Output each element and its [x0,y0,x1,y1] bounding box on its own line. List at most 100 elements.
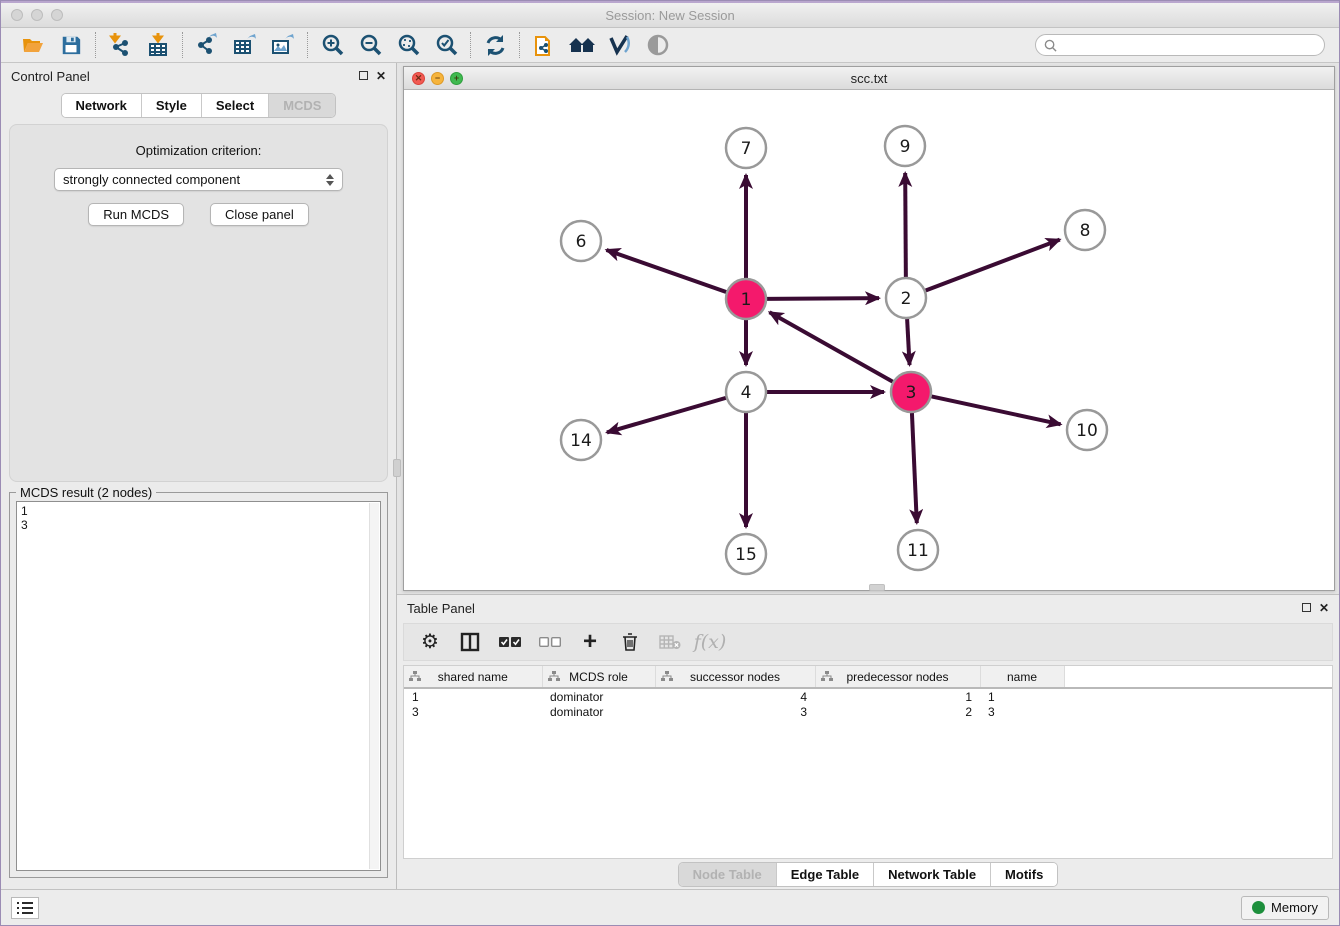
float-table-panel-icon[interactable] [1302,602,1311,614]
visibility-toggle-icon [644,32,672,58]
tab-style[interactable]: Style [142,94,202,117]
graph-node-label: 11 [907,541,929,561]
column-tree-icon [548,671,560,682]
table-settings-icon[interactable]: ⚙ [418,630,442,654]
graph-node-label: 4 [741,383,752,403]
graph-edge[interactable] [606,250,726,292]
criterion-dropdown[interactable]: strongly connected component [54,168,343,191]
select-all-columns-icon[interactable] [498,630,522,654]
column-header[interactable]: successor nodes [655,666,815,688]
save-session-icon[interactable] [57,32,85,58]
zoom-out-icon[interactable] [356,32,384,58]
close-table-panel-icon[interactable]: ✕ [1319,602,1329,614]
table-panel: Table Panel ✕ ⚙ + [397,594,1339,889]
column-header[interactable]: MCDS role [542,666,655,688]
style-toggle-icon[interactable] [606,32,634,58]
function-builder-icon: f(x) [698,630,722,654]
table-cell[interactable]: 1 [404,688,542,704]
tab-edge-table[interactable]: Edge Table [777,863,874,886]
graph-edge[interactable] [767,298,879,299]
tab-select[interactable]: Select [202,94,269,117]
close-panel-button[interactable]: Close panel [210,203,309,226]
graph-edge[interactable] [770,312,893,381]
column-header[interactable]: name [980,666,1064,688]
run-mcds-button[interactable]: Run MCDS [88,203,184,226]
graph-edge[interactable] [926,240,1060,291]
graph-edge[interactable] [912,413,917,523]
graph-node-label: 2 [901,289,912,309]
copy-network-icon[interactable] [530,32,558,58]
close-panel-icon[interactable]: ✕ [376,70,386,82]
table-cell[interactable]: dominator [542,704,655,720]
table-cell[interactable]: dominator [542,688,655,704]
table-row[interactable]: 1dominator411 [404,688,1332,704]
float-panel-icon[interactable] [359,70,368,82]
column-header-label: predecessor nodes [846,670,948,684]
import-network-icon[interactable] [106,32,134,58]
tab-mcds[interactable]: MCDS [269,94,335,117]
tab-node-table[interactable]: Node Table [679,863,777,886]
app-titlebar: Session: New Session [1,1,1339,28]
table-cell[interactable]: 3 [655,704,815,720]
column-layout-icon[interactable] [458,630,482,654]
table-row[interactable]: 3dominator323 [404,704,1332,720]
export-network-icon[interactable] [193,32,221,58]
home-view-icon[interactable] [568,32,596,58]
zoom-selected-icon[interactable] [432,32,460,58]
result-scrollbar[interactable] [369,503,379,869]
add-column-icon[interactable]: + [578,630,602,654]
tab-network-table[interactable]: Network Table [874,863,991,886]
node-table[interactable]: shared nameMCDS role successor nodes prede… [403,665,1333,859]
export-table-icon[interactable] [231,32,259,58]
mcds-options-panel: Optimization criterion: strongly connect… [9,124,388,482]
application-window: Session: New Session [0,0,1340,926]
panel-splitter-grip[interactable] [393,459,401,477]
table-cell[interactable]: 1 [815,688,980,704]
zoom-in-icon[interactable] [318,32,346,58]
network-canvas[interactable]: 7968124314101511 [404,90,1334,590]
column-header[interactable]: shared name [404,666,542,688]
table-cell[interactable]: 3 [980,704,1064,720]
result-line: 1 [21,504,376,518]
search-input[interactable] [1062,38,1316,52]
search-icon [1044,39,1057,52]
delete-column-icon[interactable] [618,630,642,654]
deselect-all-columns-icon[interactable] [538,630,562,654]
mcds-result-title: MCDS result (2 nodes) [16,485,156,500]
import-table-icon[interactable] [144,32,172,58]
memory-button-label: Memory [1271,900,1318,915]
graph-edge[interactable] [907,319,909,365]
network-splitter-grip[interactable] [869,584,885,591]
mcds-result-text[interactable]: 13 [16,501,381,871]
task-history-icon[interactable] [11,897,39,919]
search-box[interactable] [1035,34,1325,56]
graph-edge[interactable] [607,398,726,433]
mcds-result-group: MCDS result (2 nodes) 13 [9,492,388,878]
graph-edge[interactable] [905,173,906,277]
result-line: 3 [21,518,376,532]
table-cell[interactable]: 3 [404,704,542,720]
control-panel-title: Control Panel [11,69,90,84]
table-cell[interactable]: 4 [655,688,815,704]
tab-network[interactable]: Network [62,94,142,117]
column-header-label: successor nodes [690,670,780,684]
network-window-titlebar[interactable]: ✕ − + scc.txt [404,67,1334,90]
criterion-dropdown-value: strongly connected component [63,172,240,187]
column-tree-icon [409,671,421,682]
control-panel: Control Panel ✕ Network Style Select MCD… [1,63,397,889]
column-header[interactable]: predecessor nodes [815,666,980,688]
table-cell[interactable]: 1 [980,688,1064,704]
graph-edge[interactable] [932,396,1061,424]
tab-motifs[interactable]: Motifs [991,863,1057,886]
export-image-icon[interactable] [269,32,297,58]
apply-layout-icon[interactable] [481,32,509,58]
column-tree-icon [661,671,673,682]
network-graph[interactable]: 7968124314101511 [404,90,1334,590]
table-tabs: Node Table Edge Table Network Table Moti… [678,862,1059,887]
zoom-fit-icon[interactable] [394,32,422,58]
table-cell[interactable]: 2 [815,704,980,720]
open-session-icon[interactable] [19,32,47,58]
status-bar: Memory [1,889,1339,925]
memory-button[interactable]: Memory [1241,896,1329,920]
graph-node-label: 6 [576,232,587,252]
